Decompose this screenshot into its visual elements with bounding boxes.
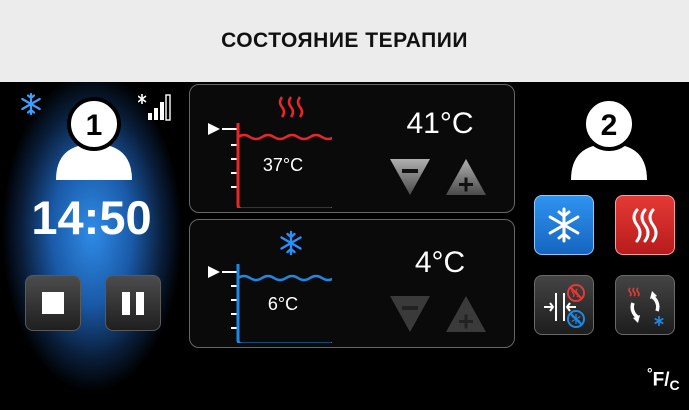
hot-setpoint-value: 41°C — [406, 107, 474, 140]
snowflake-icon — [280, 230, 302, 256]
heat-cool-toggle-icon — [544, 284, 585, 328]
unit-celsius: C — [669, 377, 680, 394]
heat-mode-button[interactable] — [615, 195, 675, 255]
signal-strength-icon — [138, 94, 171, 121]
cycle-heat-cool-icon — [628, 287, 664, 326]
heat-cool-toggle-button[interactable] — [534, 275, 594, 335]
cold-setpoint-value: 4°C — [414, 246, 466, 279]
hot-increase-button[interactable] — [444, 155, 488, 199]
cool-mode-button[interactable] — [534, 195, 594, 255]
hot-water-temperature: 37°C — [262, 155, 304, 175]
patient-1-avatar: 1 — [56, 97, 132, 180]
pause-button[interactable] — [105, 275, 161, 331]
cold-water-temperature: 6°C — [267, 294, 299, 314]
cold-increase-button[interactable] — [444, 292, 488, 336]
cold-reservoir-panel: 6°C 4°C — [189, 219, 515, 348]
patient-2-avatar: 2 — [571, 97, 647, 180]
snowflake-icon — [21, 92, 41, 116]
title-bar: СОСТОЯНИЕ ТЕРАПИИ — [0, 0, 689, 82]
heat-waves-icon — [632, 208, 658, 243]
pause-icon — [122, 291, 144, 315]
heat-waves-icon — [278, 96, 304, 118]
stop-icon — [42, 292, 64, 314]
unit-fahrenheit: F — [652, 369, 665, 391]
temperature-unit-toggle[interactable]: °F/C — [647, 365, 687, 393]
patient-1-number: 1 — [86, 109, 103, 142]
patient-2-number: 2 — [601, 109, 618, 142]
cycle-heat-cool-button[interactable] — [615, 275, 675, 335]
stop-button[interactable] — [25, 275, 81, 331]
hot-reservoir-panel: 37°C 41°C — [189, 84, 515, 213]
therapy-timer: 14:50 — [31, 191, 152, 244]
hot-tank-graphic — [208, 96, 332, 208]
cold-decrease-button[interactable] — [388, 292, 432, 336]
cold-tank-graphic — [208, 230, 332, 343]
hot-decrease-button[interactable] — [388, 155, 432, 199]
patient-1-panel: 1 14:50 — [0, 82, 183, 410]
snowflake-icon — [548, 207, 580, 243]
page-title: СОСТОЯНИЕ ТЕРАПИИ — [221, 29, 468, 52]
